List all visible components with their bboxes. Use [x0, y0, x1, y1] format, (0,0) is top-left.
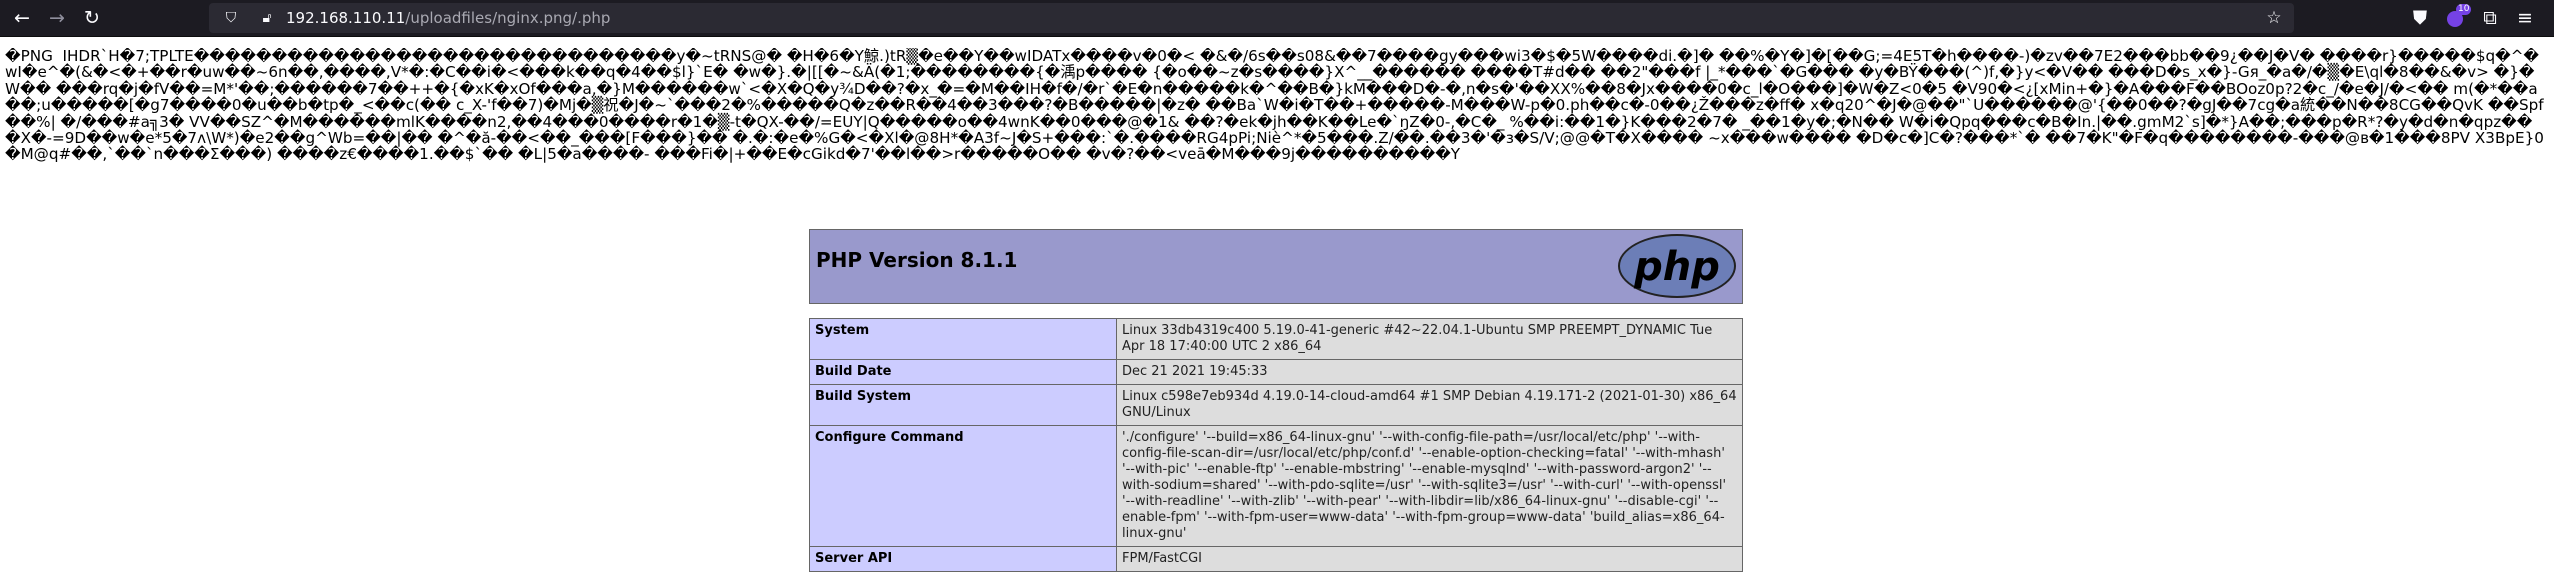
- row-key: Build Date: [809, 359, 1117, 385]
- row-value: Dec 21 2021 19:45:33: [1116, 359, 1743, 385]
- row-value: FPM/FastCGI: [1116, 546, 1743, 572]
- php-header: PHP Version 8.1.1 php: [809, 229, 1743, 304]
- phpinfo-table: System Linux 33db4319c400 5.19.0-41-gene…: [809, 318, 1743, 572]
- browser-toolbar: ← → ↻ ⛉ 🔓︎ 192.168.110.11/uploadfiles/ng…: [0, 0, 2554, 37]
- shield-icon[interactable]: ⛉: [221, 8, 241, 28]
- table-row: Build Date Dec 21 2021 19:45:33: [809, 359, 1743, 385]
- table-row: Server API FPM/FastCGI: [809, 546, 1743, 572]
- php-logo[interactable]: php: [1618, 234, 1736, 298]
- bookmark-star-icon[interactable]: ☆: [2264, 8, 2284, 28]
- table-row: Configure Command './configure' '--build…: [809, 425, 1743, 547]
- forward-icon[interactable]: →: [42, 3, 72, 33]
- url-path: /uploadfiles/nginx.png/.php: [405, 9, 611, 27]
- extension-icon[interactable]: 10: [2440, 3, 2472, 33]
- pocket-icon[interactable]: ⛊: [2405, 3, 2435, 33]
- back-icon[interactable]: ←: [7, 3, 37, 33]
- url-host: 192.168.110.11: [286, 9, 406, 27]
- insecure-lock-icon[interactable]: 🔓︎: [257, 8, 277, 28]
- php-version-title: PHP Version 8.1.1: [816, 248, 1018, 272]
- menu-icon[interactable]: ≡: [2510, 3, 2540, 33]
- extension-badge: 10: [2456, 4, 2472, 15]
- row-key: Configure Command: [809, 425, 1117, 547]
- row-value: Linux c598e7eb934d 4.19.0-14-cloud-amd64…: [1116, 384, 1743, 426]
- extensions-puzzle-icon[interactable]: ⧉: [2475, 3, 2505, 33]
- table-row: Build System Linux c598e7eb934d 4.19.0-1…: [809, 384, 1743, 426]
- row-key: Server API: [809, 546, 1117, 572]
- php-logo-text: php: [1634, 244, 1720, 290]
- url-bar[interactable]: ⛉ 🔓︎ 192.168.110.11/uploadfiles/nginx.pn…: [209, 3, 2294, 33]
- table-row: System Linux 33db4319c400 5.19.0-41-gene…: [809, 318, 1743, 360]
- binary-png-text: �PNG IHDR`H�7;TPLTE���������������������…: [5, 48, 2544, 164]
- url-text[interactable]: 192.168.110.11/uploadfiles/nginx.png/.ph…: [286, 3, 610, 33]
- row-key: Build System: [809, 384, 1117, 426]
- row-key: System: [809, 318, 1117, 360]
- row-value: './configure' '--build=x86_64-linux-gnu'…: [1116, 425, 1743, 547]
- row-value: Linux 33db4319c400 5.19.0-41-generic #42…: [1116, 318, 1743, 360]
- reload-icon[interactable]: ↻: [77, 3, 107, 33]
